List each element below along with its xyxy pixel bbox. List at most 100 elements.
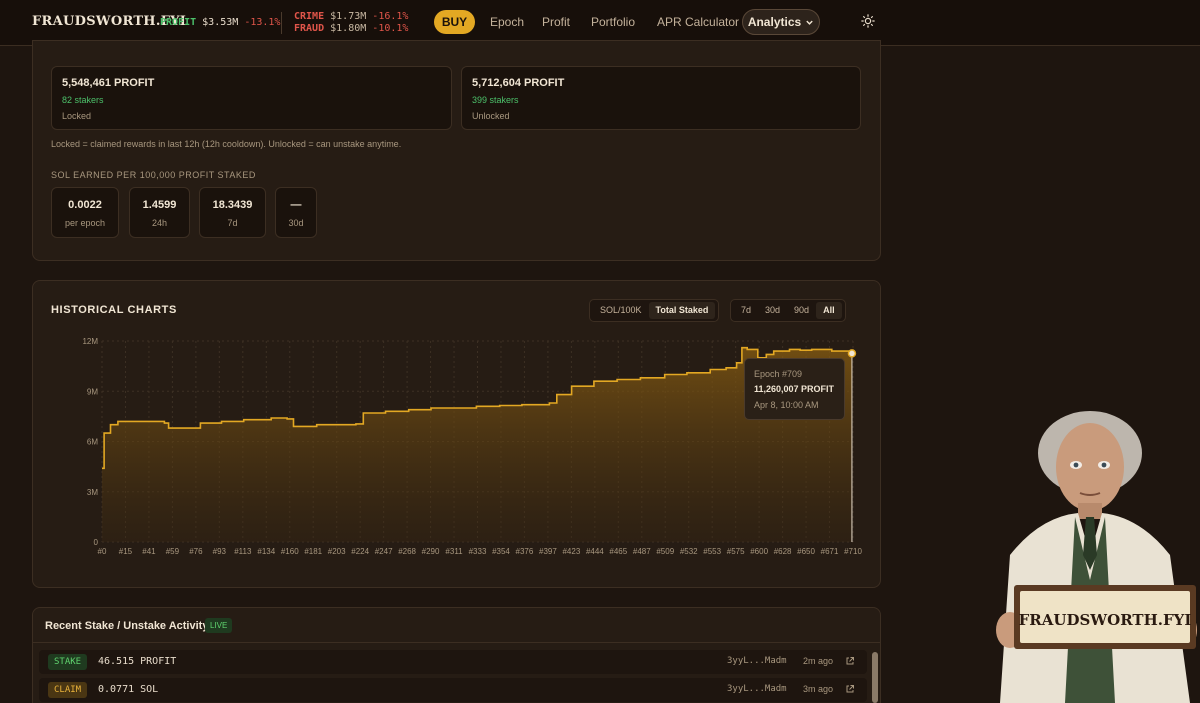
y-tick-label: 9M	[87, 387, 98, 396]
ticker-crime-symbol: CRIME	[294, 11, 325, 22]
x-tick-label: #93	[213, 547, 227, 556]
nav-link-profit[interactable]: Profit	[542, 15, 570, 29]
analytics-label: Analytics	[747, 15, 802, 29]
x-tick-label: #333	[469, 547, 487, 556]
ticker-profit-price: $3.53M	[202, 17, 239, 28]
x-tick-label: #224	[351, 547, 369, 556]
nav-link-apr-calculator[interactable]: APR Calculator	[657, 15, 739, 29]
x-tick-label: #181	[304, 547, 322, 556]
locked-stakers: 82 stakers	[62, 95, 104, 105]
chart-tooltip: Epoch #709 11,260,007 PROFIT Apr 8, 10:0…	[744, 358, 845, 420]
ticker-fraud-change: -10.1%	[372, 23, 409, 34]
unlocked-pool-box: 5,712,604 PROFIT 399 stakers Unlocked	[461, 66, 861, 130]
x-tick-label: #354	[492, 547, 510, 556]
historical-charts-title: HISTORICAL CHARTS	[51, 304, 177, 316]
ticker-fraud-symbol: FRAUD	[294, 23, 325, 34]
x-tick-label: #376	[516, 547, 534, 556]
x-tick-label: #113	[234, 547, 252, 556]
x-tick-label: #0	[98, 547, 107, 556]
y-tick-label: 12M	[82, 337, 98, 346]
x-tick-label: #311	[445, 547, 463, 556]
external-link-icon[interactable]	[845, 656, 855, 666]
nav-link-epoch[interactable]: Epoch	[490, 15, 524, 29]
mascot-professor-image: FRAUDSWORTH.FYI	[996, 411, 1197, 703]
activity-divider	[33, 642, 880, 643]
tooltip-time: Apr 8, 10:00 AM	[754, 400, 819, 410]
x-tick-label: #76	[189, 547, 203, 556]
x-tick-label: #575	[727, 547, 745, 556]
y-tick-label: 3M	[87, 488, 98, 497]
x-tick-label: #397	[539, 547, 557, 556]
activity-title: Recent Stake / Unstake Activity	[45, 620, 209, 632]
x-tick-label: #628	[774, 547, 792, 556]
buy-button[interactable]: BUY	[434, 10, 475, 34]
locked-status: Locked	[62, 111, 92, 121]
hover-point-marker	[847, 349, 857, 358]
external-link-icon[interactable]	[845, 684, 855, 694]
activity-time: 2m ago	[803, 656, 834, 666]
x-tick-label: #160	[281, 547, 299, 556]
range-90d[interactable]: 90d	[787, 302, 816, 319]
nav-link-portfolio[interactable]: Portfolio	[591, 15, 635, 29]
activity-type-badge: CLAIM	[48, 682, 88, 698]
x-tick-label: #247	[375, 547, 393, 556]
x-tick-label: #553	[703, 547, 721, 556]
lock-explanation-note: Locked = claimed rewards in last 12h (12…	[51, 139, 402, 149]
x-tick-label: #268	[398, 547, 416, 556]
x-tick-label: #59	[166, 547, 180, 556]
x-tick-label: #444	[586, 547, 604, 556]
unlocked-amount: 5,712,604 PROFIT	[472, 77, 565, 89]
ticker-fraud-price: $1.80M	[330, 23, 367, 34]
x-tick-label: #650	[797, 547, 815, 556]
activity-scrollbar[interactable]	[872, 652, 878, 703]
stat-per-epoch: 0.0022 per epoch	[51, 187, 119, 238]
ticker-profit-change: -13.1%	[244, 17, 281, 28]
ticker-crime-price: $1.73M	[330, 11, 367, 22]
range-30d[interactable]: 30d	[758, 302, 787, 319]
x-tick-label: #423	[562, 547, 580, 556]
tooltip-epoch: Epoch #709	[754, 369, 803, 379]
activity-address[interactable]: 3yyL...Madm	[727, 684, 787, 694]
analytics-dropdown-button[interactable]: Analytics	[742, 9, 820, 35]
x-tick-label: #290	[422, 547, 440, 556]
x-tick-label: #203	[328, 547, 346, 556]
x-tick-label: #15	[119, 547, 133, 556]
stat-value: 0.0022	[68, 199, 102, 211]
activity-row[interactable]: CLAIM 0.0771 SOL 3yyL...Madm 3m ago	[39, 678, 867, 702]
series-area	[102, 347, 852, 542]
stat-value: 1.4599	[142, 199, 177, 211]
activity-row[interactable]: STAKE 46.515 PROFIT 3yyL...Madm 2m ago	[39, 650, 867, 674]
mascot-sign-text: FRAUDSWORTH.FYI	[1019, 611, 1192, 629]
locked-pool-box: 5,548,461 PROFIT 82 stakers Locked	[51, 66, 452, 130]
x-tick-label: #532	[680, 547, 698, 556]
x-tick-label: #487	[633, 547, 651, 556]
stat-label: 30d	[288, 218, 304, 228]
ticker-crime: CRIME $1.73M -16.1%	[294, 11, 408, 22]
range-7d[interactable]: 7d	[734, 302, 758, 319]
activity-amount: 46.515 PROFIT	[98, 656, 177, 667]
stat-7d: 18.3439 7d	[199, 187, 266, 238]
tooltip-value: 11,260,007 PROFIT	[754, 384, 835, 394]
x-tick-label: #710	[844, 547, 862, 556]
activity-amount: 0.0771 SOL	[98, 684, 159, 695]
activity-type-badge: STAKE	[48, 654, 88, 670]
range-all[interactable]: All	[816, 302, 842, 319]
x-tick-label: #465	[609, 547, 627, 556]
activity-address[interactable]: 3yyL...Madm	[727, 656, 787, 666]
stat-value: 18.3439	[212, 199, 253, 211]
chevron-down-icon	[806, 20, 813, 25]
live-badge: LIVE	[205, 618, 233, 633]
stat-label: per epoch	[64, 218, 106, 228]
ticker-divider	[281, 12, 282, 34]
ticker-crime-change: -16.1%	[372, 11, 409, 22]
ticker-profit-symbol: PROFIT	[160, 17, 197, 28]
theme-toggle-sun-icon[interactable]	[861, 14, 875, 28]
metric-toggle: SOL/100K Total Staked	[589, 299, 720, 322]
unlocked-stakers: 399 stakers	[472, 95, 519, 105]
tab-sol-per-100k[interactable]: SOL/100K	[593, 302, 649, 319]
tab-total-staked[interactable]: Total Staked	[648, 302, 716, 319]
locked-amount: 5,548,461 PROFIT	[62, 77, 155, 89]
range-toggle: 7d 30d 90d All	[730, 299, 846, 322]
activity-time: 3m ago	[803, 684, 834, 694]
x-tick-label: #509	[656, 547, 674, 556]
